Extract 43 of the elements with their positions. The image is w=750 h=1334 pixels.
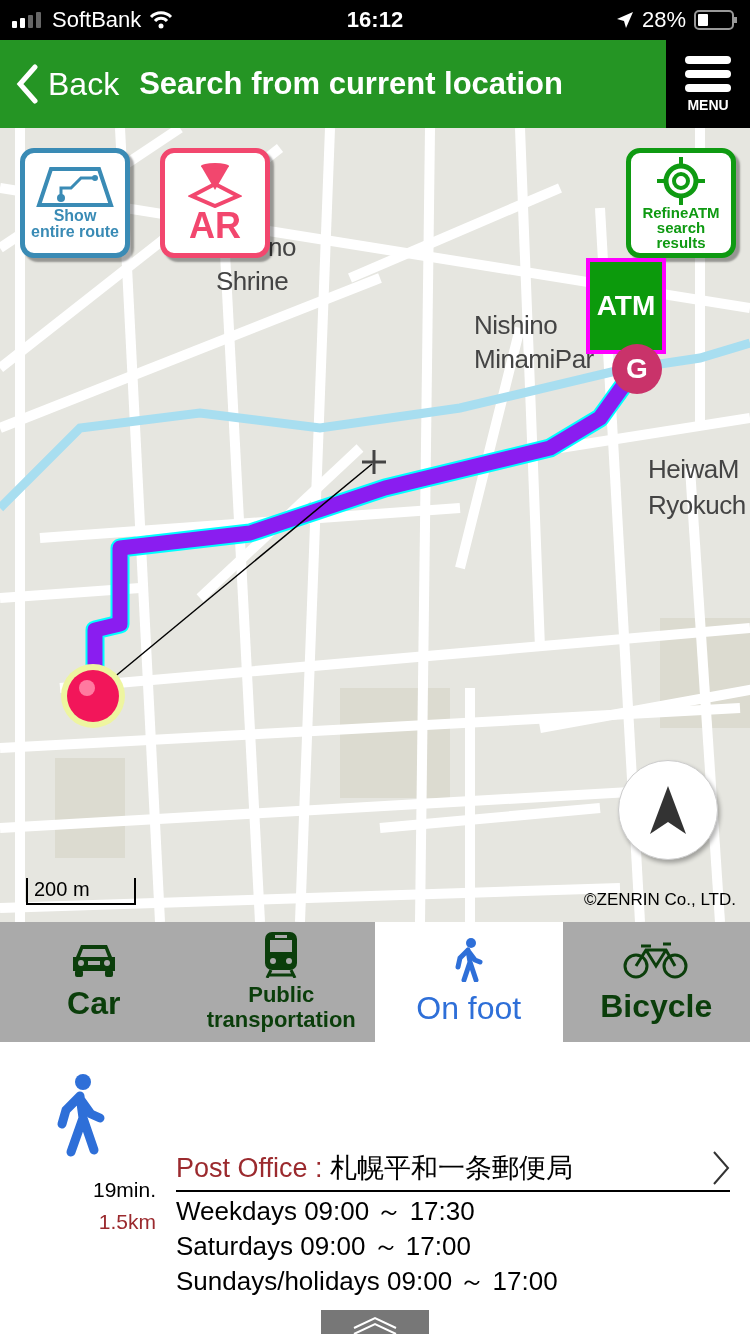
ar-button[interactable]: AR <box>160 148 270 258</box>
crosshair-icon <box>360 448 388 476</box>
map-place-label: Ryokuch <box>648 490 746 521</box>
opening-hours: Saturdays 09:00 ～ 17:00 <box>176 1231 472 1263</box>
map-place-label: Nishino <box>474 310 558 341</box>
page-title: Search from current location <box>139 66 563 102</box>
chevron-right-icon <box>712 1150 730 1186</box>
menu-button[interactable]: MENU <box>666 40 750 128</box>
map-place-label: no <box>268 232 296 263</box>
battery-percent: 28% <box>641 7 686 33</box>
chevron-up-icon <box>352 1314 398 1334</box>
opening-hours: Weekdays 09:00 ～ 17:30 <box>176 1196 476 1228</box>
target-icon <box>657 156 705 205</box>
signal-icon <box>12 12 44 28</box>
chevron-left-icon <box>16 64 38 104</box>
location-arrow-icon <box>615 11 634 29</box>
route-map-icon <box>35 166 115 208</box>
opening-hours: Sundays/holidays 09:00 ～ 17:00 <box>176 1266 559 1298</box>
show-route-button[interactable]: Show entire route <box>20 148 130 258</box>
walking-person-icon <box>56 1074 106 1158</box>
travel-distance: 1.5km <box>98 1210 156 1234</box>
menu-icon <box>685 55 731 93</box>
back-button[interactable]: Back <box>0 54 120 114</box>
travel-time: 19min. <box>92 1178 156 1202</box>
map-scale: 200 m <box>26 878 136 905</box>
destination-link[interactable]: Post Office : 札幌平和一条郵便局 <box>176 1150 730 1192</box>
atm-marker[interactable]: ATM <box>586 258 666 354</box>
car-icon <box>70 942 117 977</box>
train-icon <box>265 931 298 978</box>
expand-handle[interactable] <box>321 1310 429 1334</box>
current-location-pin <box>61 664 125 728</box>
wifi-icon <box>149 11 174 29</box>
walking-person-icon <box>453 937 484 982</box>
location-cone-icon <box>188 162 242 208</box>
refine-search-button[interactable]: RefineATM search results <box>626 148 736 258</box>
carrier-name: SoftBank <box>52 7 142 33</box>
clock-time: 16:12 <box>346 7 404 33</box>
north-arrow-icon <box>650 786 686 834</box>
map-place-label: Shrine <box>216 266 289 297</box>
map-copyright: ©ZENRIN Co., LTD. <box>584 890 736 910</box>
battery-icon <box>694 10 738 30</box>
travel-mode-tab[interactable]: On foot <box>375 922 563 1042</box>
map-place-label: HeiwaM <box>648 454 739 485</box>
